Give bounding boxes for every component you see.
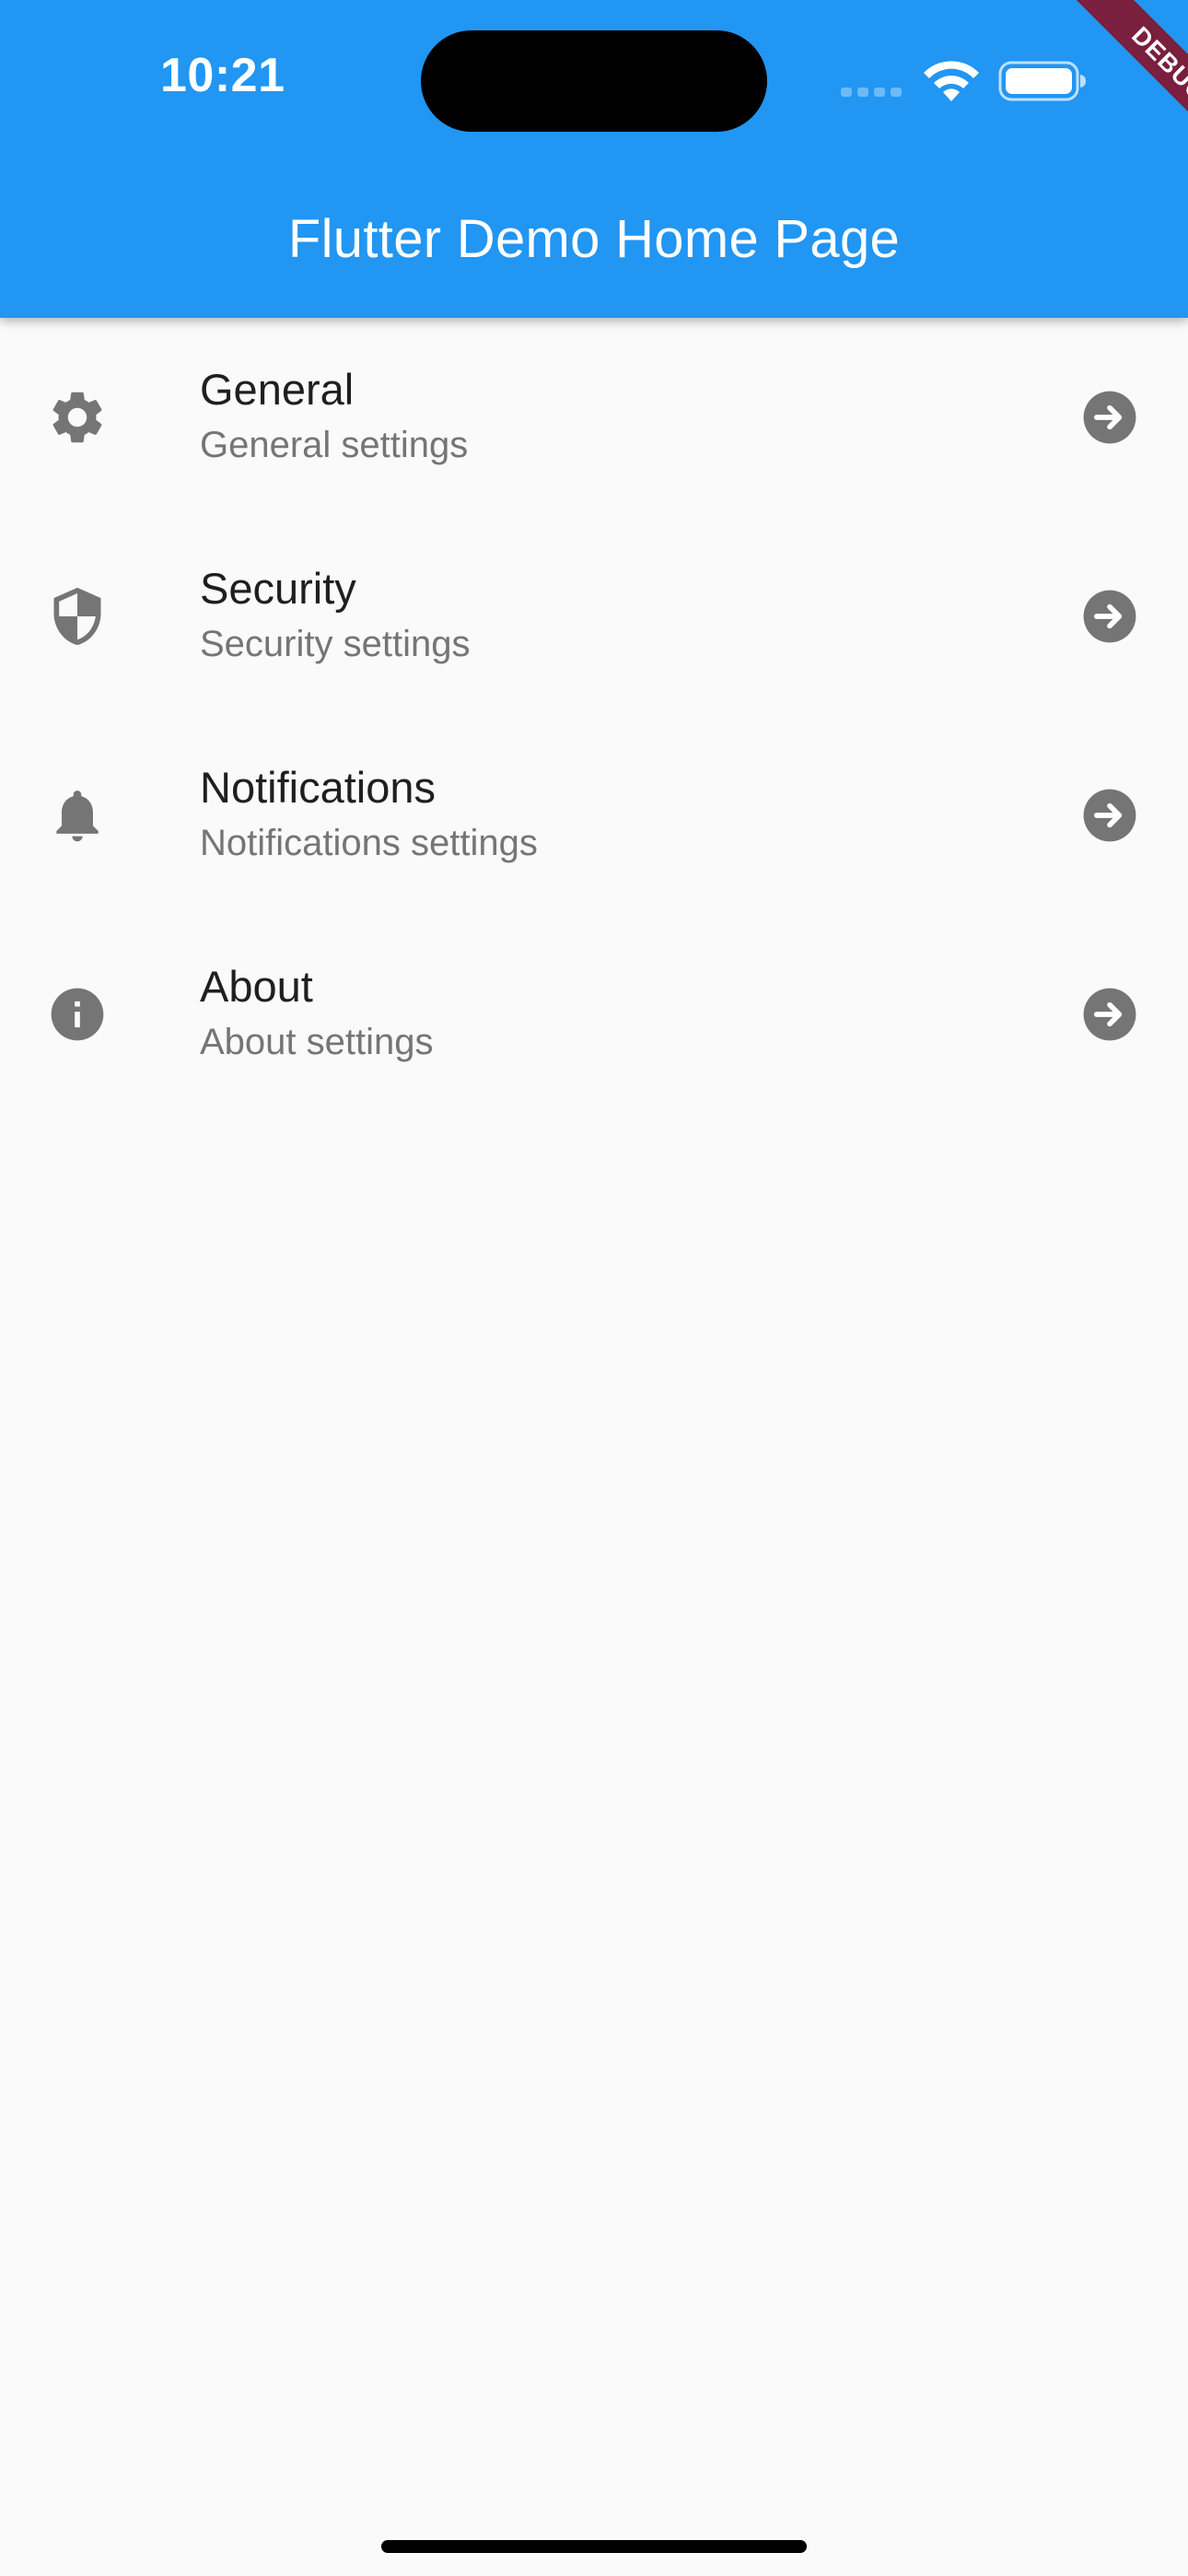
home-indicator[interactable] <box>381 2540 807 2553</box>
info-icon <box>51 988 104 1041</box>
gear-icon <box>52 392 102 443</box>
item-subtitle: About settings <box>200 1022 434 1062</box>
settings-item-general[interactable]: General General settings <box>0 318 1188 517</box>
arrow-circle-right-icon <box>1083 590 1136 643</box>
status-time: 10:21 <box>160 49 285 102</box>
item-subtitle: Notifications settings <box>200 823 538 863</box>
app-bar: 10:21 Flutter Demo Home Page <box>0 0 1188 318</box>
shield-icon <box>53 587 101 646</box>
item-title: Notifications <box>200 763 436 812</box>
item-title: About <box>200 962 313 1011</box>
page-title: Flutter Demo Home Page <box>287 209 901 269</box>
item-title: Security <box>200 564 356 613</box>
wifi-icon <box>924 61 979 101</box>
settings-item-about[interactable]: About About settings <box>0 915 1188 1114</box>
item-subtitle: General settings <box>200 425 469 465</box>
arrow-circle-right-icon <box>1083 789 1136 842</box>
bell-icon <box>56 790 99 842</box>
arrow-circle-right-icon <box>1083 988 1136 1041</box>
dynamic-island <box>421 30 767 132</box>
arrow-circle-right-icon <box>1083 391 1136 444</box>
item-title: General <box>200 365 355 414</box>
item-subtitle: Security settings <box>200 624 471 664</box>
cellular-signal-icon <box>841 88 905 99</box>
battery-icon <box>998 61 1086 101</box>
settings-item-security[interactable]: Security Security settings <box>0 517 1188 716</box>
settings-item-notifications[interactable]: Notifications Notifications settings <box>0 716 1188 915</box>
settings-list: General General settings Security Securi… <box>0 318 1188 1114</box>
